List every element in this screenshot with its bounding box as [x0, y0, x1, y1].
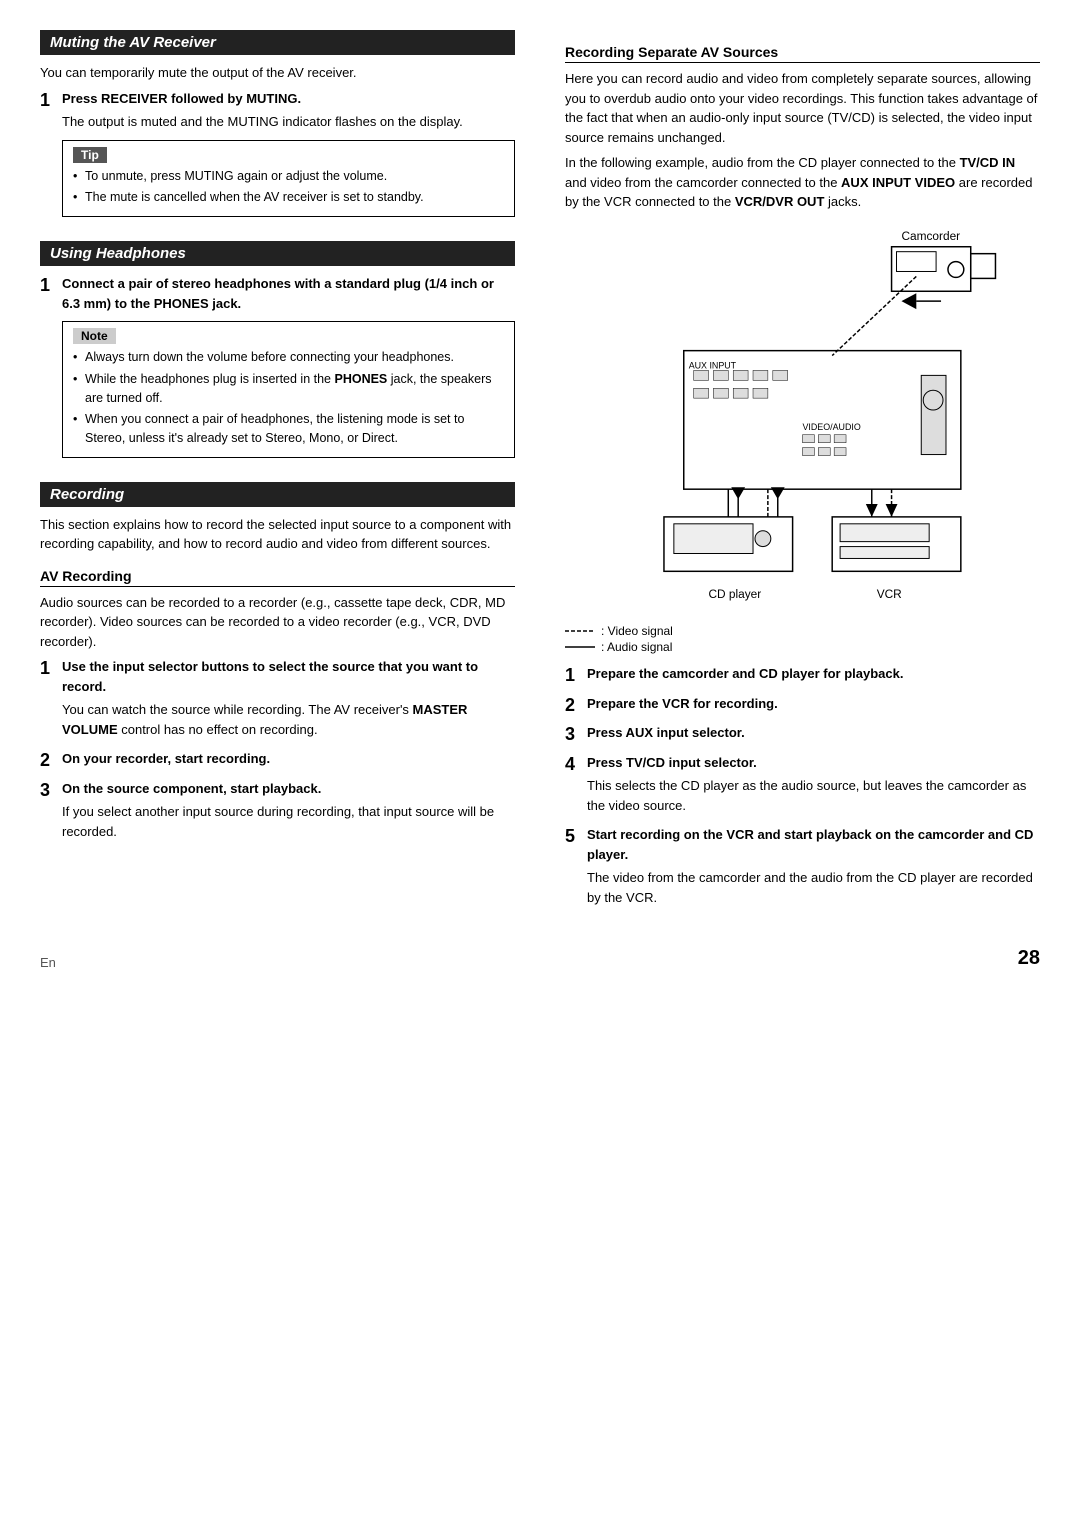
audio-signal-label: : Audio signal — [601, 640, 672, 654]
svg-text:Camcorder: Camcorder — [901, 228, 960, 242]
svg-text:CD player: CD player — [708, 587, 761, 601]
sep-step1-title: Prepare the camcorder and CD player for … — [587, 664, 1040, 684]
sep-step4: 4 Press TV/CD input selector. This selec… — [565, 753, 1040, 820]
tip-item-2: The mute is cancelled when the AV receiv… — [73, 188, 504, 207]
sep-step1: 1 Prepare the camcorder and CD player fo… — [565, 664, 1040, 688]
sep-step2: 2 Prepare the VCR for recording. — [565, 694, 1040, 718]
tip-list: To unmute, press MUTING again or adjust … — [73, 167, 504, 208]
muting-step1-title: Press RECEIVER followed by MUTING. — [62, 89, 515, 109]
muting-step1-body: The output is muted and the MUTING indic… — [62, 112, 515, 132]
sep-step-num-2: 2 — [565, 694, 581, 718]
diagram-area: Camcorder AUX INPUT — [565, 222, 1040, 655]
svg-text:VIDEO/AUDIO: VIDEO/AUDIO — [803, 421, 861, 431]
diagram-legend: : Video signal : Audio signal — [565, 624, 1040, 654]
step-number-3a: 1 — [40, 657, 56, 743]
sep-step5-body: The video from the camcorder and the aud… — [587, 868, 1040, 907]
tip-box: Tip To unmute, press MUTING again or adj… — [62, 140, 515, 218]
section-headphones-header: Using Headphones — [40, 241, 515, 266]
diagram-svg: Camcorder AUX INPUT — [565, 222, 1040, 618]
sep-step-num-4: 4 — [565, 753, 581, 820]
sep-step-num-3: 3 — [565, 723, 581, 747]
page-footer: En 28 — [40, 947, 1040, 970]
sep-step5-title: Start recording on the VCR and start pla… — [587, 825, 1040, 864]
step-number-2a: 1 — [40, 274, 56, 466]
recording-step3: 3 On the source component, start playbac… — [40, 779, 515, 846]
recording-separate-header: Recording Separate AV Sources — [565, 44, 1040, 63]
recording-separate-intro1: Here you can record audio and video from… — [565, 69, 1040, 147]
muting-intro: You can temporarily mute the output of t… — [40, 63, 515, 83]
recording-intro: This section explains how to record the … — [40, 515, 515, 554]
recording-step2: 2 On your recorder, start recording. — [40, 749, 515, 773]
recording-step1: 1 Use the input selector buttons to sele… — [40, 657, 515, 743]
step-number-3c: 3 — [40, 779, 56, 846]
av-recording-intro: Audio sources can be recorded to a recor… — [40, 593, 515, 652]
av-recording-header: AV Recording — [40, 568, 515, 587]
video-signal-label: : Video signal — [601, 624, 673, 638]
headphones-step1-title: Connect a pair of stereo headphones with… — [62, 274, 515, 313]
sep-step4-body: This selects the CD player as the audio … — [587, 776, 1040, 815]
svg-text:VCR: VCR — [877, 587, 902, 601]
sep-step3: 3 Press AUX input selector. — [565, 723, 1040, 747]
left-column: Muting the AV Receiver You can temporari… — [40, 30, 525, 917]
recording-step2-title: On your recorder, start recording. — [62, 749, 515, 769]
step-number-1a: 1 — [40, 89, 56, 226]
svg-text:AUX INPUT: AUX INPUT — [689, 360, 737, 370]
step-number-3b: 2 — [40, 749, 56, 773]
sep-step-num-1: 1 — [565, 664, 581, 688]
muting-step1: 1 Press RECEIVER followed by MUTING. The… — [40, 89, 515, 226]
sep-step4-title: Press TV/CD input selector. — [587, 753, 1040, 773]
note-label: Note — [73, 328, 116, 344]
tip-item-1: To unmute, press MUTING again or adjust … — [73, 167, 504, 186]
sep-step5: 5 Start recording on the VCR and start p… — [565, 825, 1040, 911]
note-item-3: When you connect a pair of headphones, t… — [73, 410, 504, 448]
tip-label: Tip — [73, 147, 107, 163]
sep-step2-title: Prepare the VCR for recording. — [587, 694, 1040, 714]
note-item-1: Always turn down the volume before conne… — [73, 348, 504, 367]
recording-step3-title: On the source component, start playback. — [62, 779, 515, 799]
recording-step1-title: Use the input selector buttons to select… — [62, 657, 515, 696]
page-number: 28 — [1018, 947, 1040, 970]
headphones-step1: 1 Connect a pair of stereo headphones wi… — [40, 274, 515, 466]
sep-step-num-5: 5 — [565, 825, 581, 911]
note-list: Always turn down the volume before conne… — [73, 348, 504, 448]
en-label: En — [40, 955, 56, 970]
right-column: Recording Separate AV Sources Here you c… — [555, 30, 1040, 917]
note-box: Note Always turn down the volume before … — [62, 321, 515, 458]
recording-separate-intro2: In the following example, audio from the… — [565, 153, 1040, 212]
recording-step1-body: You can watch the source while recording… — [62, 700, 515, 739]
section-muting-header: Muting the AV Receiver — [40, 30, 515, 55]
recording-step3-body: If you select another input source durin… — [62, 802, 515, 841]
note-item-2: While the headphones plug is inserted in… — [73, 370, 504, 408]
sep-step3-title: Press AUX input selector. — [587, 723, 1040, 743]
section-recording-header: Recording — [40, 482, 515, 507]
